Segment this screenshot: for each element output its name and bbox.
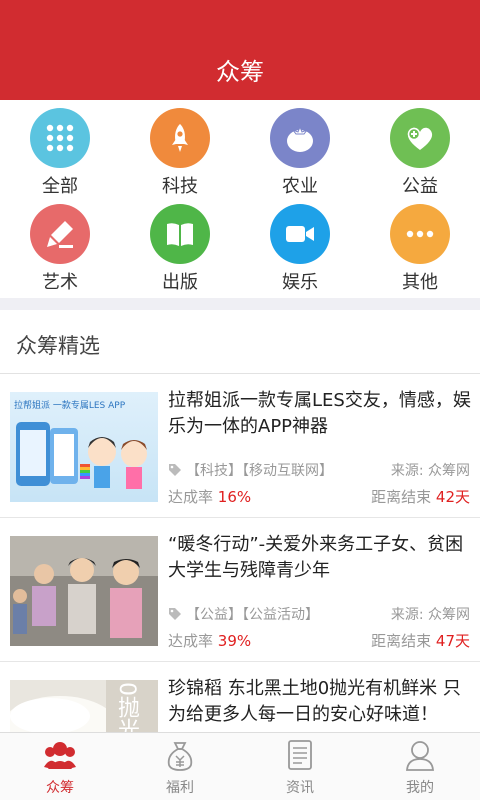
- category-label: 科技: [162, 176, 198, 197]
- rate-value: 39%: [217, 632, 252, 650]
- funding-rate: 达成率 39%: [168, 630, 251, 651]
- ends-label: 距离结束: [371, 488, 432, 506]
- category-agriculture[interactable]: 农业: [240, 100, 360, 197]
- rocket-icon: [150, 108, 210, 168]
- project-source: 来源: 众筹网: [390, 607, 470, 623]
- heart-plus-icon: [390, 108, 450, 168]
- category-label: 出版: [162, 272, 198, 293]
- section-header: 众筹精选: [0, 310, 480, 374]
- project-thumbnail: [10, 536, 158, 646]
- tags-text: 【科技】【移动互联网】: [186, 463, 333, 479]
- category-label: 农业: [282, 176, 318, 197]
- ends-value: 42天: [435, 488, 470, 506]
- tag-icon: [169, 464, 181, 476]
- user-icon: [406, 741, 434, 771]
- project-card[interactable]: “暖冬行动”-关爱外来务工子女、贫困大学生与残障青少年 【公益】【公益活动】 来…: [0, 518, 480, 662]
- project-card[interactable]: 拉帮姐派 一款专属LES APP 拉帮姐派一款专属LES交友，情感，娱乐为一体的…: [0, 374, 480, 518]
- category-entertainment[interactable]: 娱乐: [240, 196, 360, 293]
- tab-label: 众筹: [46, 780, 74, 796]
- rate-label: 达成率: [168, 632, 214, 650]
- ends-value: 47天: [435, 632, 470, 650]
- category-grid: 全部 科技 农业 公益 艺术 出版 娱乐 其他: [0, 100, 480, 298]
- tomato-icon: [270, 108, 330, 168]
- project-source: 来源: 众筹网: [390, 463, 470, 479]
- project-list[interactable]: 拉帮姐派 一款专属LES APP 拉帮姐派一款专属LES交友，情感，娱乐为一体的…: [0, 374, 480, 732]
- rate-label: 达成率: [168, 488, 214, 506]
- rate-value: 16%: [217, 488, 252, 506]
- category-all[interactable]: 全部: [0, 100, 120, 197]
- money-bag-icon: [167, 742, 193, 771]
- bottom-tab-bar: 众筹 福利 资讯 我的: [0, 732, 480, 800]
- tab-label: 我的: [406, 780, 434, 796]
- project-title: 珍锦稻 东北黑土地0抛光有机鲜米 只为给更多人每一日的安心好味道！: [168, 678, 461, 725]
- ends-label: 距离结束: [371, 632, 432, 650]
- tab-crowdfunding[interactable]: 众筹: [0, 733, 120, 800]
- category-label: 娱乐: [282, 272, 318, 293]
- project-title: 拉帮姐派一款专属LES交友，情感，娱乐为一体的APP神器: [168, 390, 471, 437]
- brush-icon: [30, 204, 90, 264]
- crowd-icon: [44, 742, 76, 769]
- grid-icon: [30, 108, 90, 168]
- project-thumbnail: 拉帮姐派 一款专属LES APP: [10, 392, 158, 502]
- thumbnail-caption: 0抛光: [114, 682, 139, 732]
- tag-icon: [169, 608, 181, 620]
- category-charity[interactable]: 公益: [360, 100, 480, 197]
- category-publishing[interactable]: 出版: [120, 196, 240, 293]
- project-title: “暖冬行动”-关爱外来务工子女、贫困大学生与残障青少年: [168, 534, 464, 581]
- project-thumbnail: 0抛光: [10, 680, 158, 732]
- tab-news[interactable]: 资讯: [240, 733, 360, 800]
- category-label: 其他: [402, 272, 438, 293]
- category-label: 全部: [42, 176, 78, 197]
- video-camera-icon: [270, 204, 330, 264]
- tab-mine[interactable]: 我的: [360, 733, 480, 800]
- thumbnail-caption: 拉帮姐派 一款专属LES APP: [14, 401, 126, 411]
- tab-welfare[interactable]: 福利: [120, 733, 240, 800]
- project-card[interactable]: 0抛光 珍锦稻 东北黑土地0抛光有机鲜米 只为给更多人每一日的安心好味道！: [0, 662, 480, 732]
- category-label: 艺术: [42, 272, 78, 293]
- project-tags: 【公益】【公益活动】: [168, 604, 319, 624]
- app-header: 众筹: [0, 0, 480, 100]
- category-tech[interactable]: 科技: [120, 100, 240, 197]
- category-other[interactable]: 其他: [360, 196, 480, 293]
- section-title: 众筹精选: [16, 334, 100, 358]
- tags-text: 【公益】【公益活动】: [186, 607, 319, 623]
- time-remaining: 距离结束 47天: [371, 630, 470, 651]
- project-tags: 【科技】【移动互联网】: [168, 460, 333, 480]
- category-label: 公益: [402, 176, 438, 197]
- funding-rate: 达成率 16%: [168, 486, 251, 507]
- book-icon: [150, 204, 210, 264]
- category-art[interactable]: 艺术: [0, 196, 120, 293]
- page-title: 众筹: [216, 58, 264, 86]
- news-icon: [288, 740, 312, 770]
- time-remaining: 距离结束 42天: [371, 486, 470, 507]
- tab-label: 福利: [166, 780, 194, 796]
- more-icon: [390, 204, 450, 264]
- tab-label: 资讯: [286, 780, 314, 796]
